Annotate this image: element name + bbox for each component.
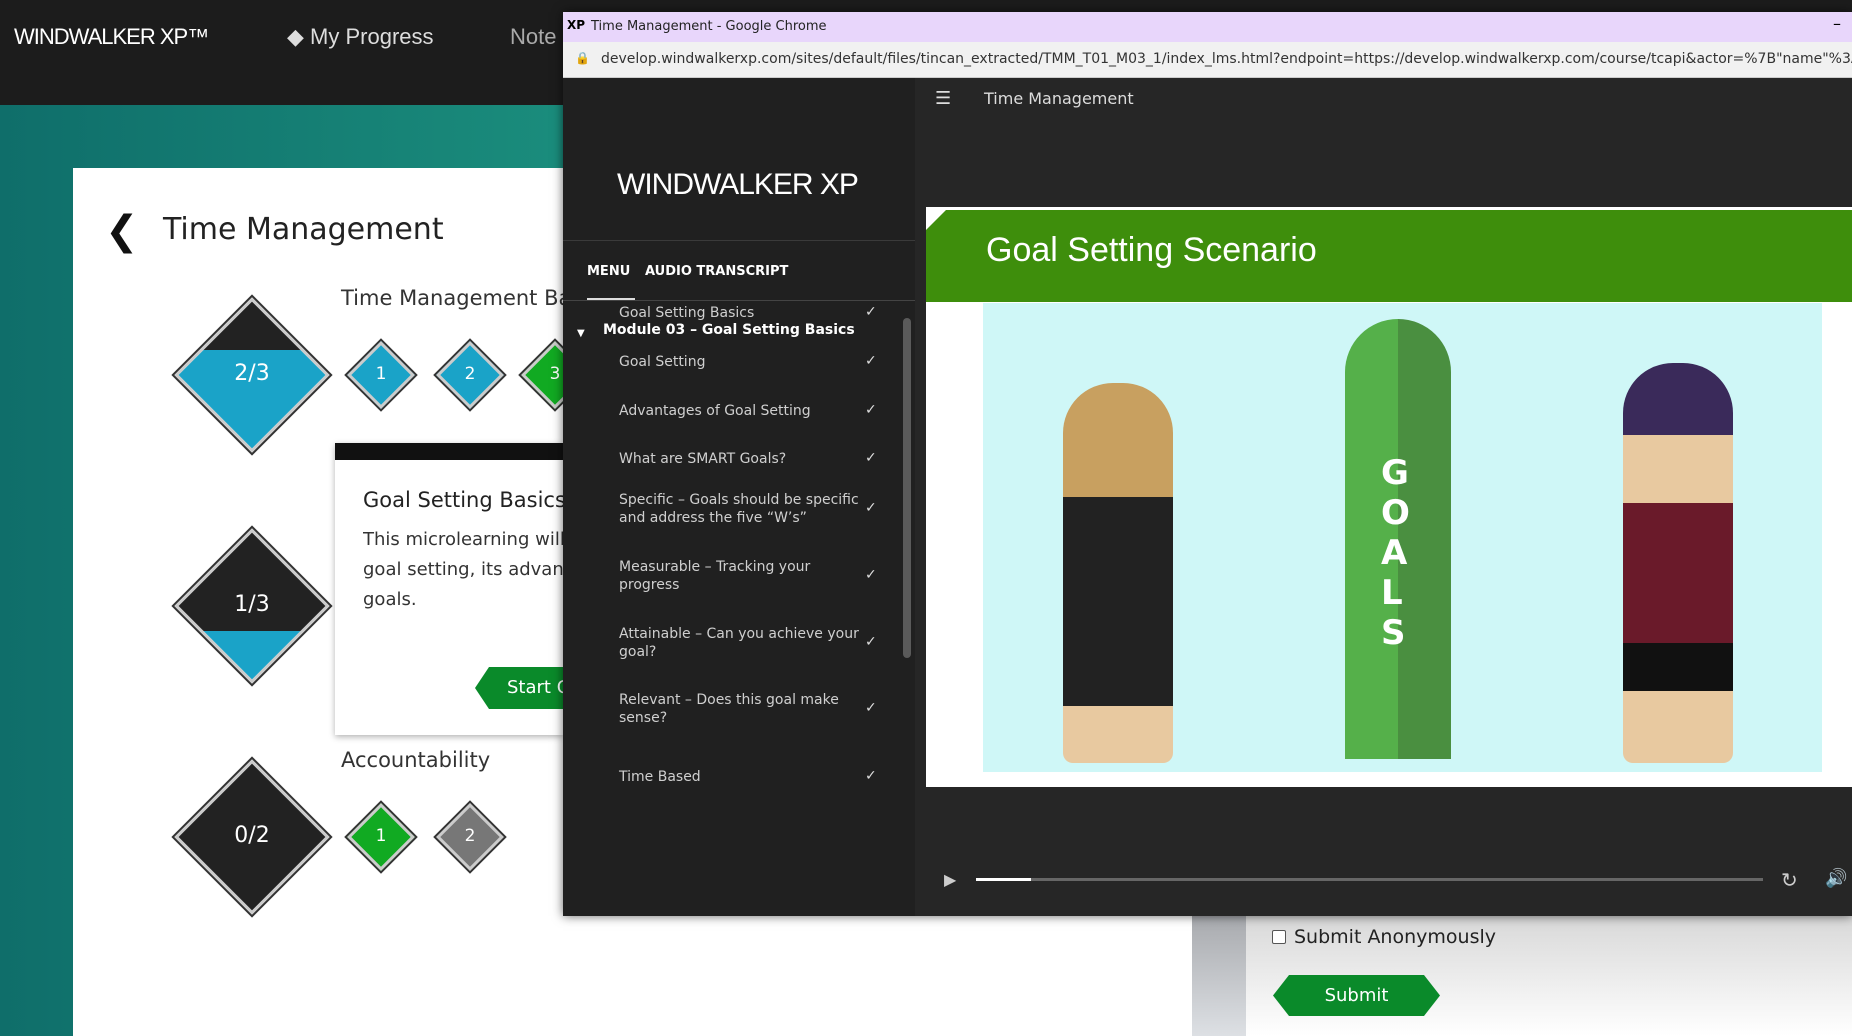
feedback-panel: Submit Anonymously Submit bbox=[1246, 916, 1852, 1036]
slide: Goal Setting Scenario GOALS bbox=[926, 207, 1852, 787]
tooltip-card: Goal Setting Basics This microlearning w… bbox=[335, 443, 566, 735]
course-sidebar: WINDWALKER XP MENU AUDIO TRANSCRIPT ▼ Mo… bbox=[563, 78, 915, 916]
minimize-button[interactable]: – bbox=[1833, 14, 1841, 33]
caret-down-icon[interactable]: ▼ bbox=[577, 328, 585, 339]
title-bar: XP Time Management - Google Chrome – bbox=[563, 12, 1852, 42]
check-icon: ✓ bbox=[865, 634, 877, 650]
diamond-icon: ◆ bbox=[287, 24, 311, 49]
lesson-number: 2 bbox=[464, 364, 476, 384]
nav-label: My Progress bbox=[310, 24, 434, 49]
check-icon: ✓ bbox=[865, 450, 877, 466]
header-title: Time Management bbox=[984, 89, 1134, 108]
diamond-label: 0/2 bbox=[234, 823, 270, 848]
body-line: This microlearning will bbox=[363, 529, 563, 550]
divider-column bbox=[1192, 916, 1246, 1036]
lesson-number: 1 bbox=[375, 826, 387, 846]
diamond-label: 1/3 bbox=[234, 592, 270, 617]
lesson-number: 2 bbox=[464, 826, 476, 846]
divider bbox=[563, 240, 915, 241]
slide-image: GOALS bbox=[983, 303, 1822, 772]
window-title: Time Management - Google Chrome bbox=[591, 19, 827, 34]
page-title: Time Management bbox=[163, 212, 444, 247]
checkbox-label: Submit Anonymously bbox=[1294, 926, 1496, 948]
submit-anonymously-checkbox[interactable] bbox=[1272, 930, 1286, 944]
check-icon: ✓ bbox=[865, 768, 877, 784]
browser-popup: XP Time Management - Google Chrome – 🔒 d… bbox=[563, 12, 1852, 916]
url-bar[interactable]: 🔒 develop.windwalkerxp.com/sites/default… bbox=[563, 42, 1852, 78]
xp-icon: XP bbox=[567, 18, 586, 32]
replay-icon[interactable]: ↻ bbox=[1781, 868, 1798, 892]
nav-my-progress[interactable]: ◆ My Progress bbox=[287, 24, 434, 50]
play-button[interactable]: ▶ bbox=[944, 870, 956, 889]
tooltip-bar bbox=[335, 443, 563, 460]
check-icon: ✓ bbox=[865, 700, 877, 716]
url-text: develop.windwalkerxp.com/sites/default/f… bbox=[601, 51, 1852, 67]
check-icon: ✓ bbox=[865, 353, 877, 369]
divider bbox=[563, 300, 915, 301]
hamburger-icon[interactable]: ☰ bbox=[935, 88, 951, 109]
tab-audio-transcript[interactable]: AUDIO TRANSCRIPT bbox=[645, 264, 788, 279]
tab-menu[interactable]: MENU bbox=[587, 264, 630, 279]
start-button[interactable]: Start C bbox=[475, 667, 563, 709]
check-icon: ✓ bbox=[865, 304, 877, 320]
goals-text: GOALS bbox=[1381, 453, 1410, 653]
module-title[interactable]: Module 03 – Goal Setting Basics bbox=[603, 322, 855, 338]
slide-title: Goal Setting Scenario bbox=[986, 231, 1317, 269]
check-icon: ✓ bbox=[865, 500, 877, 516]
submit-button[interactable]: Submit bbox=[1273, 975, 1440, 1016]
nav-notes[interactable]: Note bbox=[510, 24, 556, 50]
progress-track[interactable] bbox=[976, 878, 1763, 881]
character-woman-right bbox=[1623, 363, 1733, 763]
lock-icon: 🔒 bbox=[575, 51, 590, 65]
logo: WINDWALKER XP™ bbox=[14, 24, 209, 49]
body-line: goals. bbox=[363, 589, 417, 610]
sidebar-logo: WINDWALKER XP bbox=[617, 168, 859, 201]
section-title: Time Management Bas bbox=[341, 286, 583, 310]
progress-fill bbox=[976, 878, 1032, 881]
tooltip-body: This microlearning will goal setting, it… bbox=[363, 525, 563, 615]
check-icon: ✓ bbox=[865, 567, 877, 583]
character-woman-left bbox=[1063, 383, 1173, 763]
tooltip-title: Goal Setting Basics bbox=[363, 488, 566, 512]
body-line: goal setting, its advanta bbox=[363, 559, 563, 580]
check-icon: ✓ bbox=[865, 402, 877, 418]
diamond-label: 2/3 bbox=[234, 361, 270, 386]
volume-icon[interactable]: 🔊 bbox=[1825, 868, 1847, 889]
section-title: Accountability bbox=[341, 748, 491, 772]
back-chevron-icon[interactable]: ❮ bbox=[105, 208, 139, 254]
lesson-number: 1 bbox=[375, 364, 387, 384]
